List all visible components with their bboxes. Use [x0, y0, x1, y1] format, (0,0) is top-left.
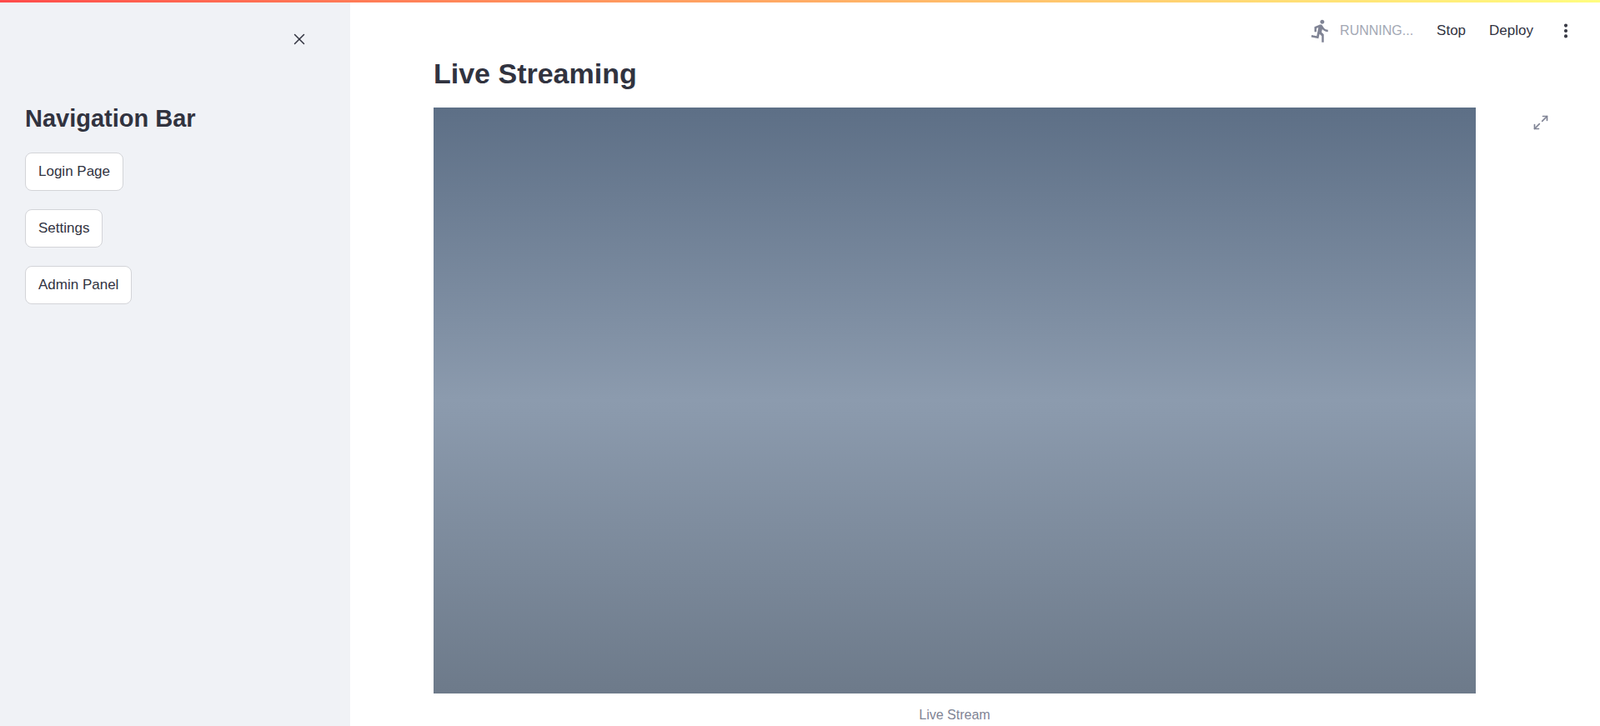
- main-menu-button[interactable]: [1556, 21, 1575, 41]
- sidebar-button[interactable]: Admin Panel: [25, 265, 132, 305]
- page-title: Live Streaming: [433, 56, 1476, 91]
- fullscreen-button[interactable]: [1532, 114, 1550, 131]
- sidebar: Navigation Bar Login Page Settings Admin Pa…: [0, 0, 351, 726]
- app: Navigation Bar Login Page Settings Admin Pa…: [0, 0, 1600, 726]
- main-content: RUNNING... Stop Deploy Live Streaming Live S…: [350, 0, 1600, 726]
- close-icon: [290, 30, 309, 49]
- sidebar-title: Navigation Bar: [25, 101, 317, 136]
- top-decoration: [0, 0, 1600, 3]
- close-sidebar-button[interactable]: [286, 26, 312, 52]
- header-button[interactable]: Deploy: [1489, 20, 1534, 42]
- header-button[interactable]: Stop: [1436, 20, 1466, 42]
- image-caption: Live Stream: [433, 705, 1476, 726]
- sidebar-button[interactable]: Settings: [25, 209, 103, 248]
- menu-icon: [1556, 21, 1575, 41]
- app-header: RUNNING... Stop Deploy: [1308, 18, 1575, 44]
- sidebar-button[interactable]: Login Page: [25, 152, 124, 191]
- running-icon: [1308, 18, 1334, 44]
- running-status: RUNNING...: [1308, 18, 1414, 44]
- expand-icon: [1532, 114, 1550, 131]
- live-stream-frame: [433, 107, 1476, 694]
